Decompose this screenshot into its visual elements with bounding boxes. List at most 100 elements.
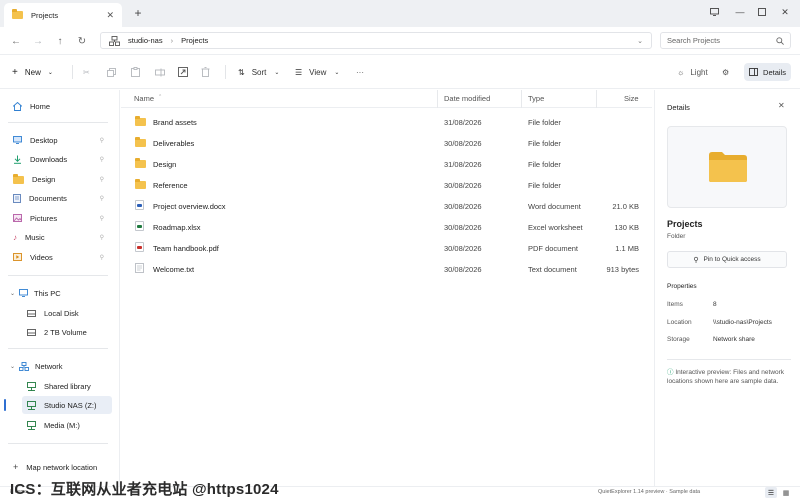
sidebar-item-pictures[interactable]: Pictures ⚲ (8, 209, 112, 227)
file-name: Project overview.docx (153, 202, 226, 211)
column-header-row (121, 90, 652, 108)
close-details-icon[interactable]: ✕ (778, 101, 785, 110)
sidebar-item-2tb-volume[interactable]: 2 TB Volume (22, 323, 112, 341)
file-name: Roadmap.xlsx (153, 223, 201, 232)
sidebar-item-this-pc[interactable]: ⌄ This PC (8, 284, 112, 302)
sidebar-item-shared-library[interactable]: Shared library (22, 377, 112, 395)
theme-light-button[interactable]: ☼ Light (677, 64, 708, 80)
file-name: Brand assets (153, 118, 197, 127)
sidebar-item-documents[interactable]: Documents ⚲ (8, 190, 112, 208)
pin-icon[interactable]: ⚲ (100, 234, 104, 241)
column-divider[interactable] (596, 90, 597, 108)
rename-button[interactable] (155, 64, 165, 80)
word-file-icon (135, 200, 144, 212)
view-button[interactable]: ☰ View ⌄ (295, 64, 339, 80)
chevron-down-icon[interactable]: ⌄ (637, 37, 643, 45)
file-row[interactable]: Welcome.txt 30/08/2026 Text document 913 by… (127, 259, 647, 279)
column-header-date[interactable]: Date modified (444, 94, 490, 103)
sidebar-item-design[interactable]: Design ⚲ (8, 170, 112, 188)
sidebar-item-label: Home (30, 101, 51, 111)
network-drive-icon (27, 420, 36, 430)
desktop-icon (13, 136, 22, 144)
column-header-type[interactable]: Type (528, 94, 544, 103)
sidebar-item-local-disk[interactable]: Local Disk (22, 304, 112, 322)
settings-button[interactable]: ⚙ (722, 64, 729, 80)
network-icon (19, 361, 29, 371)
file-date: 30/08/2026 (444, 223, 482, 232)
file-row[interactable]: Design 31/08/2026 File folder (127, 154, 647, 174)
sort-button[interactable]: ⇅ Sort ⌄ (238, 64, 279, 80)
details-toggle-button[interactable]: Details (744, 63, 791, 81)
refresh-button[interactable]: ↻ (74, 33, 90, 49)
folder-icon (13, 174, 24, 184)
pin-icon[interactable]: ⚲ (100, 156, 104, 163)
pin-icon[interactable]: ⚲ (100, 195, 104, 202)
column-divider[interactable] (437, 90, 438, 108)
pin-icon[interactable]: ⚲ (100, 254, 104, 261)
file-row[interactable]: Deliverables 30/08/2026 File folder (127, 133, 647, 153)
gear-icon: ⚙ (722, 67, 730, 77)
file-date: 30/08/2026 (444, 139, 482, 148)
share-icon (178, 67, 188, 77)
sidebar-item-videos[interactable]: Videos ⚲ (8, 248, 112, 266)
drive-icon (27, 310, 36, 317)
sidebar-item-home[interactable]: Home (8, 97, 112, 115)
file-row[interactable]: Roadmap.xlsx 30/08/2026 Excel worksheet 130… (127, 217, 647, 237)
sidebar-item-studio-nas[interactable]: Studio NAS (Z:) (22, 396, 112, 414)
breadcrumb-projects[interactable]: Projects (181, 36, 208, 45)
cut-button[interactable]: ✂ (83, 64, 90, 80)
up-button[interactable]: ↑ (52, 33, 68, 49)
column-divider[interactable] (521, 90, 522, 108)
close-icon[interactable]: ✕ (106, 10, 114, 21)
file-type: PDF document (528, 244, 579, 253)
folder-icon (135, 116, 146, 128)
search-box[interactable] (660, 32, 791, 49)
notice-text: Interactive preview: Files and network l… (667, 369, 785, 385)
back-button[interactable]: ← (8, 33, 24, 49)
minimize-button[interactable]: — (731, 4, 749, 20)
address-bar[interactable]: studio-nas › Projects ⌄ (100, 32, 652, 49)
copy-button[interactable] (107, 64, 116, 80)
copy-icon (107, 67, 116, 77)
network-drive-icon (27, 400, 36, 410)
file-row[interactable]: Brand assets 31/08/2026 File folder (127, 112, 647, 132)
details-view-button[interactable]: ☰ (765, 487, 777, 498)
more-options-button[interactable]: ··· (356, 64, 364, 80)
pin-to-quick-access-button[interactable]: ⚲ Pin to Quick access (667, 251, 787, 268)
new-button[interactable]: + New ⌄ (12, 64, 53, 80)
details-item-name: Projects (667, 219, 703, 229)
file-row[interactable]: Project overview.docx 30/08/2026 Word docu… (127, 196, 647, 216)
file-size: 1.1 MB (615, 244, 639, 253)
sidebar-item-network[interactable]: ⌄ Network (8, 357, 112, 375)
property-value: \\studio-nas\Projects (713, 318, 772, 326)
delete-button[interactable] (201, 64, 210, 80)
details-item-kind: Folder (667, 233, 686, 240)
minimize-icon: — (735, 7, 745, 17)
sidebar-item-music[interactable]: ♪ Music ⚲ (8, 229, 112, 247)
new-tab-button[interactable]: + (130, 5, 146, 21)
sidebar-item-label: 2 TB Volume (44, 327, 87, 337)
pin-icon[interactable]: ⚲ (100, 215, 104, 222)
sidebar-item-media[interactable]: Media (M:) (22, 416, 112, 434)
file-row[interactable]: Reference 30/08/2026 File folder (127, 175, 647, 195)
pin-icon[interactable]: ⚲ (100, 176, 104, 183)
pin-icon[interactable]: ⚲ (100, 137, 104, 144)
sidebar-item-downloads[interactable]: Downloads ⚲ (8, 151, 112, 169)
tiles-view-button[interactable]: ▦ (780, 487, 792, 498)
share-button[interactable] (178, 64, 188, 80)
forward-button[interactable]: → (30, 33, 46, 49)
search-input[interactable] (667, 36, 776, 45)
column-header-name[interactable]: Name (134, 94, 154, 103)
paste-button[interactable] (131, 64, 140, 80)
tab-projects[interactable]: Projects ✕ (4, 3, 122, 27)
file-row[interactable]: Team handbook.pdf 30/08/2026 PDF document 1… (127, 238, 647, 258)
breadcrumb-studio-nas[interactable]: studio-nas (128, 36, 163, 45)
map-network-location-button[interactable]: + Map network location (8, 458, 112, 476)
close-window-button[interactable]: ✕ (776, 4, 794, 20)
snap-layout-button[interactable] (705, 4, 723, 20)
folder-icon (709, 152, 747, 182)
plus-icon: + (134, 6, 142, 20)
column-header-size[interactable]: Size (624, 94, 639, 103)
sidebar-item-desktop[interactable]: Desktop ⚲ (8, 131, 112, 149)
maximize-button[interactable] (753, 4, 771, 20)
